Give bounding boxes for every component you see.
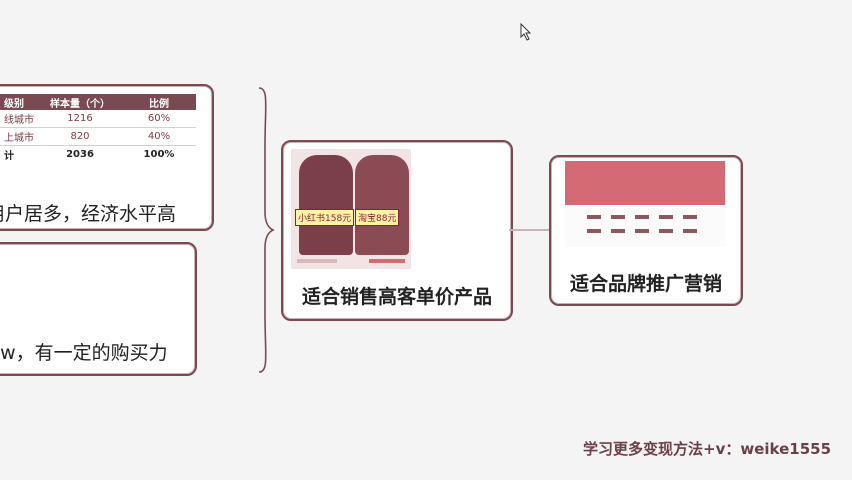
left-bottom-caption: 2w，有一定的购买力	[0, 342, 168, 364]
brand-logo	[683, 229, 697, 233]
center-label: 适合销售高客单价产品	[301, 286, 492, 308]
product-comparison-image: 小红书158元 淘宝88元	[291, 149, 411, 269]
table-cell-sample: 820	[38, 127, 122, 146]
brand-page-image	[565, 161, 725, 247]
table-row: 线城市 1216 60%	[0, 110, 196, 128]
table-row: 上城市 820 40%	[0, 127, 196, 146]
brand-logo	[635, 229, 649, 233]
brand-logo	[587, 215, 601, 219]
brand-logo	[611, 215, 625, 219]
table-cell-sample: 2036	[66, 149, 94, 160]
sample-table-card: 级别 样本量（个） 比例 线城市 1216 60% 上城市 820 40% 计 …	[0, 84, 214, 231]
brand-logo	[635, 215, 649, 219]
table-cell-ratio: 100%	[143, 149, 175, 160]
high-price-product-card: 小红书158元 淘宝88元 适合销售高客单价产品	[281, 140, 513, 321]
brand-logo	[683, 215, 697, 219]
left-top-caption: 用户居多，经济水平高	[0, 203, 177, 225]
table-cell-sample: 1216	[38, 110, 122, 128]
table-cell-level: 线城市	[0, 110, 38, 128]
brand-banner	[565, 161, 725, 205]
brand-promotion-card: 适合品牌推广营销	[549, 155, 743, 306]
price-tag-left: 小红书158元	[295, 209, 355, 226]
brace-connector	[258, 87, 275, 373]
table-header-ratio: 比例	[122, 94, 196, 110]
product-buy-bar	[369, 259, 405, 263]
connector-line	[509, 229, 551, 231]
price-tag-right: 淘宝88元	[355, 209, 400, 226]
brand-logo	[659, 229, 673, 233]
table-header-level: 级别	[0, 94, 38, 110]
table-header-sample: 样本量（个）	[38, 94, 122, 110]
table-cell-ratio: 60%	[122, 110, 196, 128]
product-meta-line	[297, 259, 337, 263]
product-jacket-image	[299, 155, 353, 255]
income-card: 2w，有一定的购买力	[0, 242, 197, 376]
product-jacket-image	[355, 155, 409, 255]
footer-promo-text: 学习更多变现方法+v：weike1555	[583, 440, 832, 458]
brand-logo	[659, 215, 673, 219]
brand-label: 适合品牌推广营销	[569, 273, 722, 295]
table-cell-level: 计	[4, 151, 14, 162]
table-cell-ratio: 40%	[122, 127, 196, 146]
table-row-total: 计 2036 100%	[0, 146, 196, 164]
table-cell-level: 上城市	[0, 127, 38, 146]
table-header-row: 级别 样本量（个） 比例	[0, 94, 196, 110]
sample-table: 级别 样本量（个） 比例 线城市 1216 60% 上城市 820 40% 计 …	[0, 94, 196, 163]
mouse-cursor-icon	[520, 23, 532, 41]
brand-logo	[587, 229, 601, 233]
brand-logo	[611, 229, 625, 233]
